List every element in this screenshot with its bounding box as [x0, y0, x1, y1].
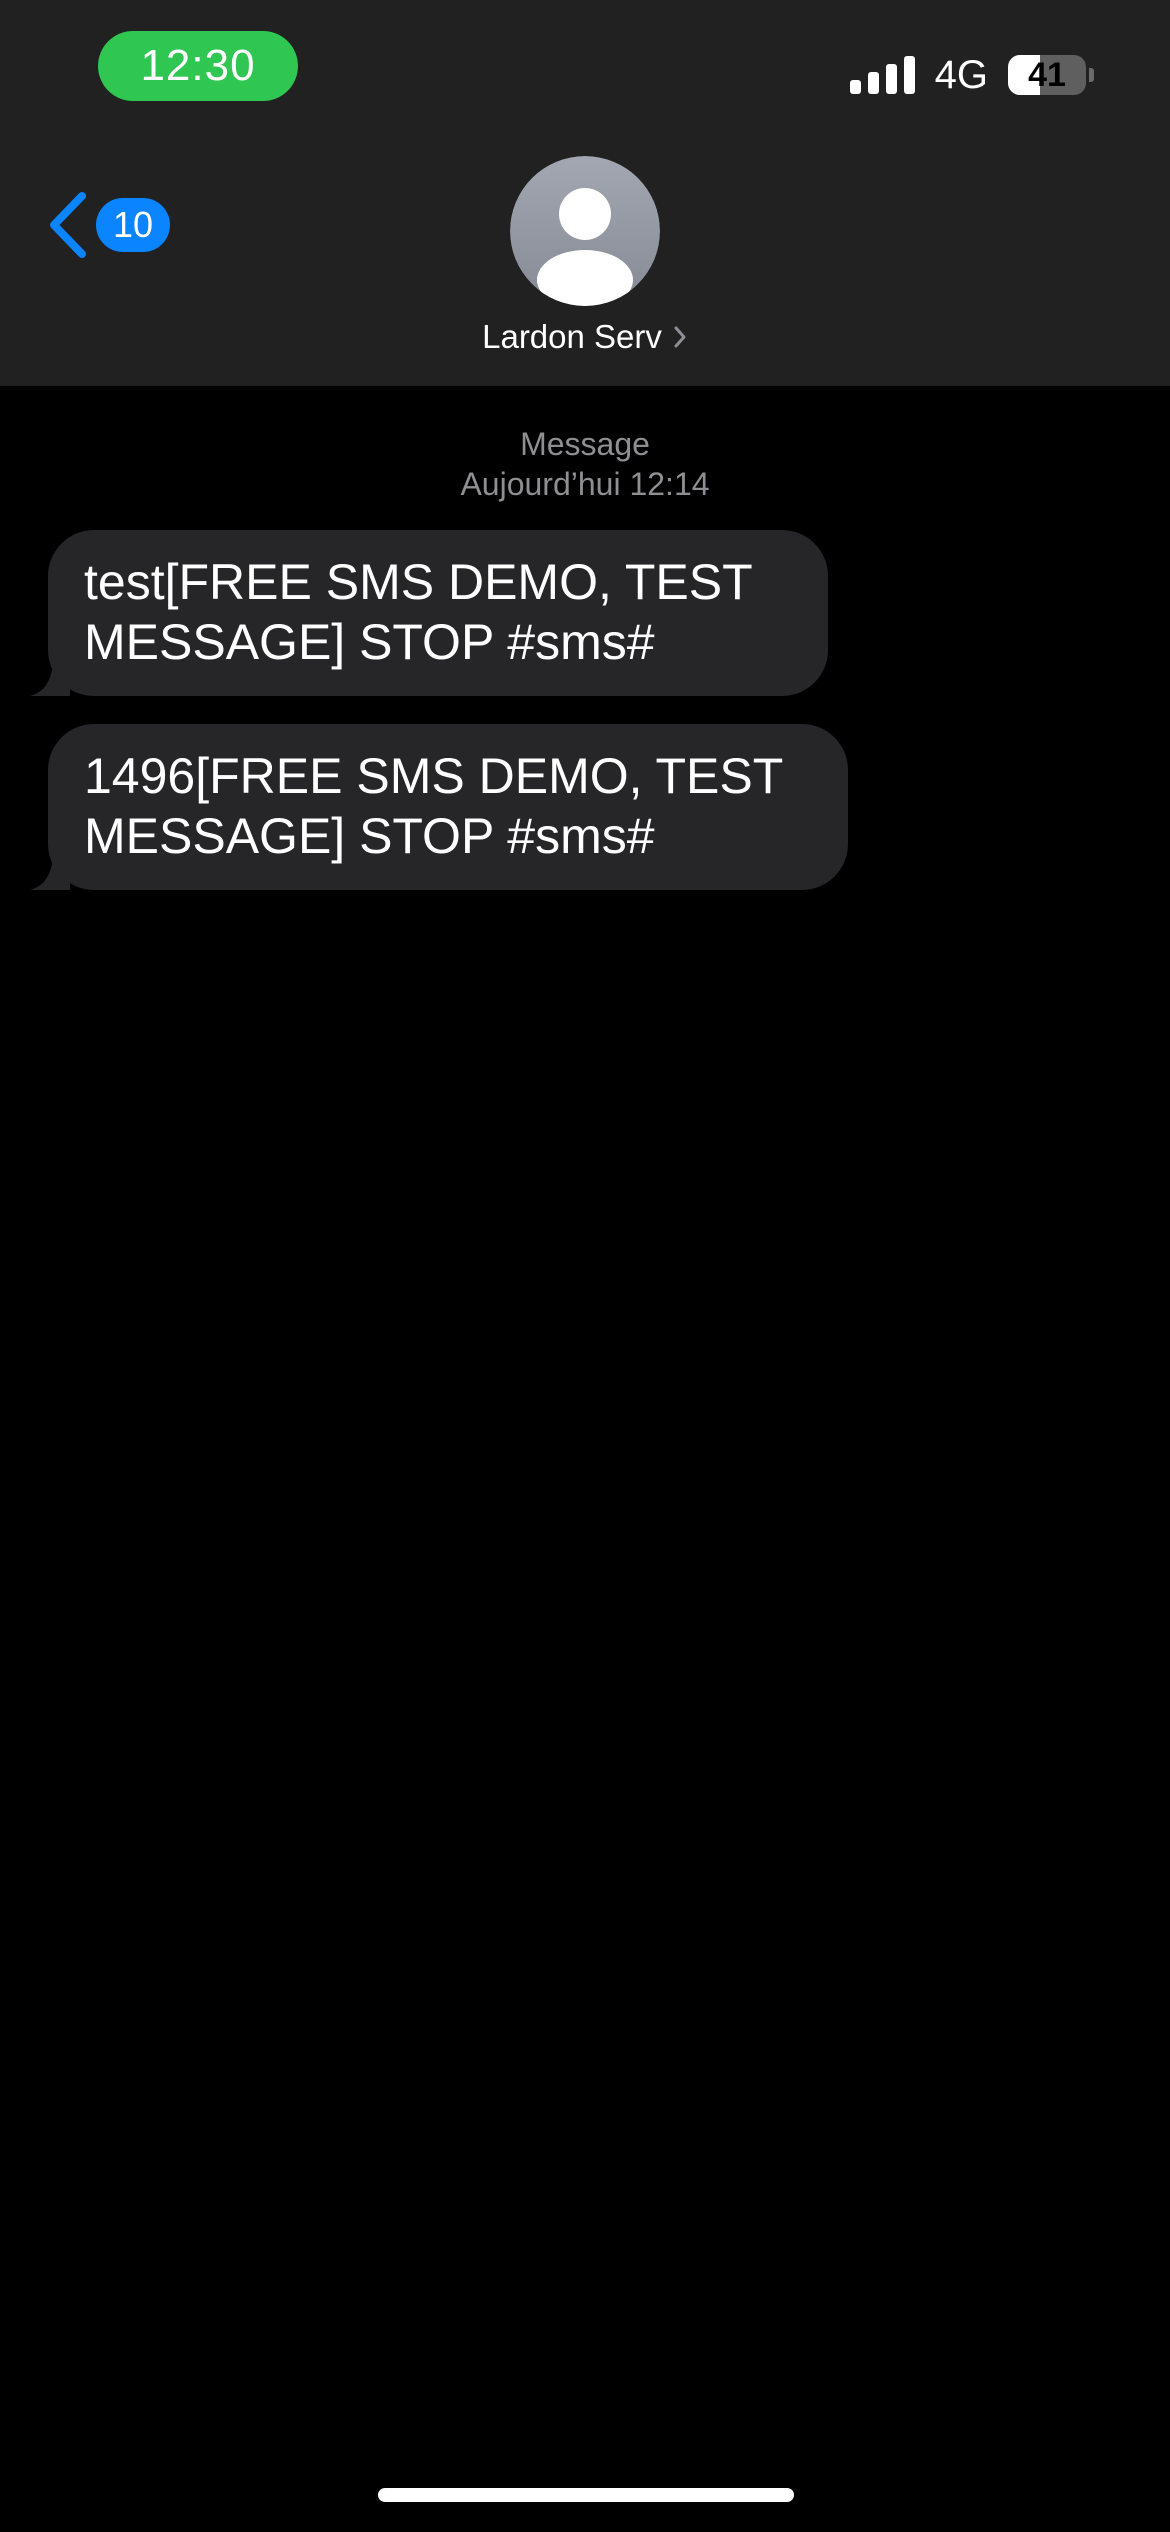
status-indicators: 4G 41 — [849, 50, 1094, 100]
message-thread: test[FREE SMS DEMO, TEST MESSAGE] STOP #… — [0, 530, 1170, 918]
back-button[interactable]: 10 — [44, 190, 170, 260]
conversation-header: 12:30 4G 41 10 Lardon Serv — [0, 0, 1170, 386]
status-time-pill[interactable]: 12:30 — [98, 31, 298, 101]
contact-name: Lardon Serv — [482, 318, 662, 355]
service-label: Message — [520, 426, 650, 462]
person-avatar-icon[interactable] — [510, 156, 660, 306]
battery-icon: 41 — [1008, 55, 1086, 95]
chevron-right-icon — [674, 326, 686, 348]
message-bubble[interactable]: test[FREE SMS DEMO, TEST MESSAGE] STOP #… — [30, 530, 828, 696]
messages-screen: 12:30 4G 41 10 Lardon Serv Message Aujou… — [0, 0, 1170, 2532]
message-text: 1496[FREE SMS DEMO, TEST MESSAGE] STOP #… — [48, 724, 848, 890]
home-indicator[interactable] — [378, 2488, 794, 2502]
battery-level: 41 — [1028, 55, 1066, 94]
message-bubble[interactable]: 1496[FREE SMS DEMO, TEST MESSAGE] STOP #… — [30, 724, 848, 890]
network-type: 4G — [934, 52, 988, 97]
battery-nub — [1089, 68, 1094, 82]
status-time: 12:30 — [140, 41, 256, 90]
chevron-left-icon — [50, 192, 86, 258]
unread-count-badge: 10 — [96, 198, 170, 252]
message-text: test[FREE SMS DEMO, TEST MESSAGE] STOP #… — [48, 530, 828, 696]
cellular-signal-icon — [849, 56, 915, 94]
conversation-meta: Message Aujourd’hui 12:14 — [0, 424, 1170, 504]
contact-name-button[interactable]: Lardon Serv — [0, 318, 1170, 356]
message-timestamp: Aujourd’hui 12:14 — [460, 466, 710, 502]
